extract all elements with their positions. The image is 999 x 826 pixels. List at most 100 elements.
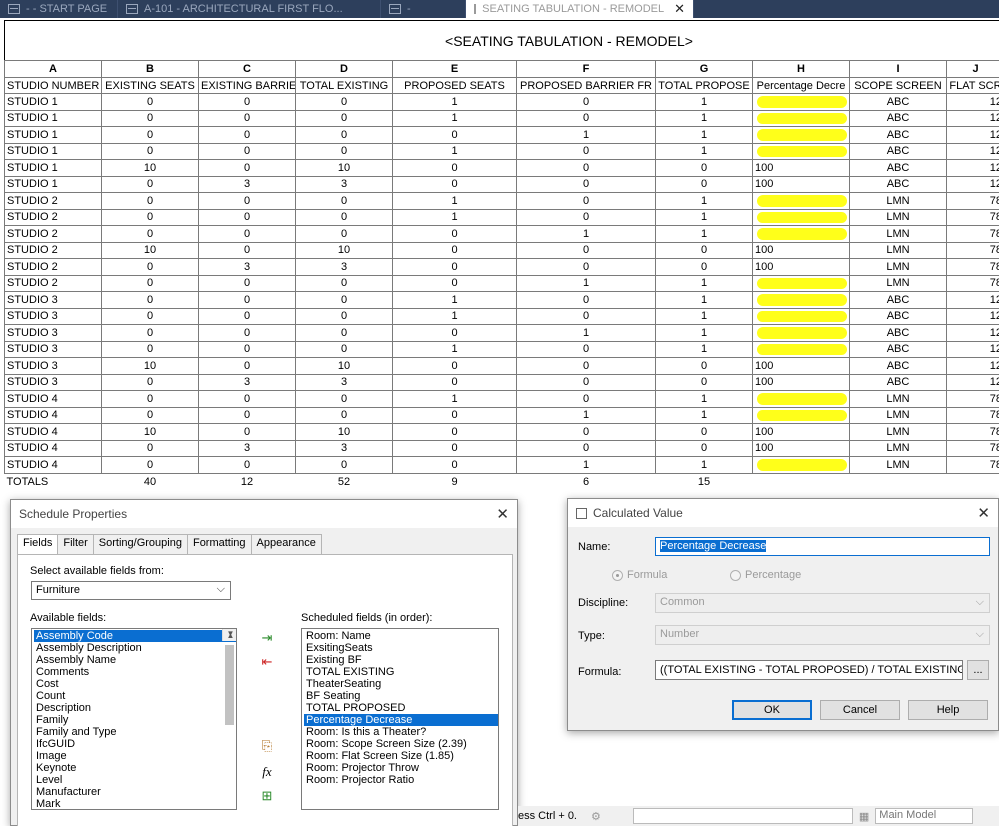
table-cell[interactable]: STUDIO 3	[4, 307, 102, 325]
table-cell[interactable]: 1	[516, 456, 656, 474]
table-cell[interactable]: STUDIO 3	[4, 373, 102, 391]
table-cell[interactable]: STUDIO 3	[4, 340, 102, 358]
list-item[interactable]: Assembly Code	[34, 630, 236, 642]
tab-filter[interactable]: Filter	[57, 534, 94, 554]
table-cell[interactable]: 0	[516, 423, 656, 441]
table-cell[interactable]: 0	[101, 109, 199, 127]
table-cell[interactable]	[752, 142, 850, 160]
table-cell[interactable]: 3	[295, 439, 393, 457]
add-parameter-icon[interactable]: ⎘	[258, 738, 276, 754]
table-cell[interactable]: 10	[295, 241, 393, 259]
table-cell[interactable]: 0	[101, 208, 199, 226]
table-cell[interactable]: 1	[655, 109, 753, 127]
column-letter[interactable]: G	[655, 60, 753, 78]
table-cell[interactable]: 3	[198, 373, 296, 391]
table-cell[interactable]: 10	[101, 159, 199, 177]
table-cell[interactable]: 1	[655, 324, 753, 342]
table-cell[interactable]	[752, 274, 850, 292]
tab-sorting-grouping[interactable]: Sorting/Grouping	[92, 534, 188, 554]
table-cell[interactable]: LMN	[849, 225, 947, 243]
table-cell[interactable]: 0	[101, 142, 199, 160]
table-cell[interactable]: 3	[295, 373, 393, 391]
table-cell[interactable]: STUDIO 4	[4, 406, 102, 424]
table-cell[interactable]: 1	[392, 307, 517, 325]
table-cell[interactable]: 0	[655, 423, 753, 441]
table-cell[interactable]: 3	[198, 439, 296, 457]
discipline-select[interactable]: Common ⌵	[655, 593, 990, 613]
table-cell[interactable]: 0	[198, 406, 296, 424]
table-cell[interactable]: STUDIO 4	[4, 439, 102, 457]
table-cell[interactable]	[752, 291, 850, 309]
list-item[interactable]: ExsitingSeats	[304, 642, 498, 654]
table-cell[interactable]: 0	[655, 175, 753, 193]
table-cell[interactable]: 12	[946, 109, 999, 127]
table-cell[interactable]: STUDIO 1	[4, 109, 102, 127]
tab-start-page[interactable]: - - START PAGE	[0, 0, 118, 18]
table-cell[interactable]: 3	[198, 258, 296, 276]
table-cell[interactable]: 0	[198, 109, 296, 127]
table-cell[interactable]: 0	[392, 357, 517, 375]
tab-appearance[interactable]: Appearance	[250, 534, 322, 554]
browse-button[interactable]: ...	[967, 660, 989, 680]
formula-radio[interactable]: Formula	[612, 569, 667, 581]
list-item[interactable]: Image	[34, 750, 236, 762]
column-letter[interactable]: F	[516, 60, 656, 78]
table-cell[interactable]: 0	[516, 373, 656, 391]
column-header[interactable]: PROPOSED SEATS	[392, 77, 517, 94]
table-cell[interactable]: 0	[295, 93, 393, 111]
table-cell[interactable]: 1	[655, 390, 753, 408]
category-select[interactable]: Furniture ⌵	[31, 581, 231, 600]
table-cell[interactable]: 0	[101, 456, 199, 474]
scheduled-fields-list[interactable]: Room: Name ExsitingSeats Existing BF TOTAL …	[301, 628, 499, 810]
main-model-select[interactable]: Main Model	[875, 808, 974, 824]
list-item[interactable]: Keynote	[34, 762, 236, 774]
table-cell[interactable]: ABC	[849, 142, 947, 160]
table-cell[interactable]: 12	[946, 357, 999, 375]
table-cell[interactable]: 0	[516, 340, 656, 358]
list-item[interactable]: Family and Type	[34, 726, 236, 738]
table-cell[interactable]: 100	[752, 175, 850, 193]
formula-input[interactable]: ((TOTAL EXISTING - TOTAL PROPOSED) / TOT…	[655, 660, 963, 680]
table-cell[interactable]: 0	[392, 406, 517, 424]
table-cell[interactable]: ABC	[849, 109, 947, 127]
table-cell[interactable]: 0	[516, 357, 656, 375]
table-cell[interactable]: 10	[295, 357, 393, 375]
list-item[interactable]: Cost	[34, 678, 236, 690]
table-cell[interactable]: 0	[295, 126, 393, 144]
table-cell[interactable]: 1	[516, 406, 656, 424]
table-cell[interactable]: LMN	[849, 208, 947, 226]
percentage-radio[interactable]: Percentage	[730, 569, 801, 581]
table-cell[interactable]: 0	[655, 439, 753, 457]
table-cell[interactable]: STUDIO 3	[4, 357, 102, 375]
table-cell[interactable]: LMN	[849, 241, 947, 259]
table-cell[interactable]: 0	[101, 307, 199, 325]
column-header[interactable]: PROPOSED BARRIER FR	[516, 77, 656, 94]
table-cell[interactable]: 0	[198, 241, 296, 259]
table-cell[interactable]: 0	[295, 307, 393, 325]
table-cell[interactable]: 0	[101, 274, 199, 292]
list-item[interactable]: Room: Is this a Theater?	[304, 726, 498, 738]
table-cell[interactable]: LMN	[849, 192, 947, 210]
table-cell[interactable]	[752, 93, 850, 111]
list-item[interactable]: Room: Projector Ratio	[304, 774, 498, 786]
table-cell[interactable]: 0	[101, 258, 199, 276]
table-cell[interactable]: STUDIO 1	[4, 93, 102, 111]
table-cell[interactable]	[752, 109, 850, 127]
table-cell[interactable]: 1	[516, 126, 656, 144]
table-cell[interactable]: 0	[392, 225, 517, 243]
table-cell[interactable]: 1	[516, 225, 656, 243]
table-cell[interactable]: 0	[516, 192, 656, 210]
table-cell[interactable]	[752, 225, 850, 243]
table-cell[interactable]: 0	[101, 225, 199, 243]
table-cell[interactable]: 78	[946, 208, 999, 226]
workset-select[interactable]	[632, 808, 853, 824]
table-cell[interactable]	[752, 126, 850, 144]
table-cell[interactable]: 3	[295, 175, 393, 193]
table-cell[interactable]	[752, 390, 850, 408]
table-cell[interactable]: ABC	[849, 324, 947, 342]
table-cell[interactable]: ABC	[849, 159, 947, 177]
table-cell[interactable]	[752, 192, 850, 210]
table-cell[interactable]: STUDIO 2	[4, 274, 102, 292]
table-cell[interactable]: 0	[516, 208, 656, 226]
table-cell[interactable]: 0	[295, 225, 393, 243]
